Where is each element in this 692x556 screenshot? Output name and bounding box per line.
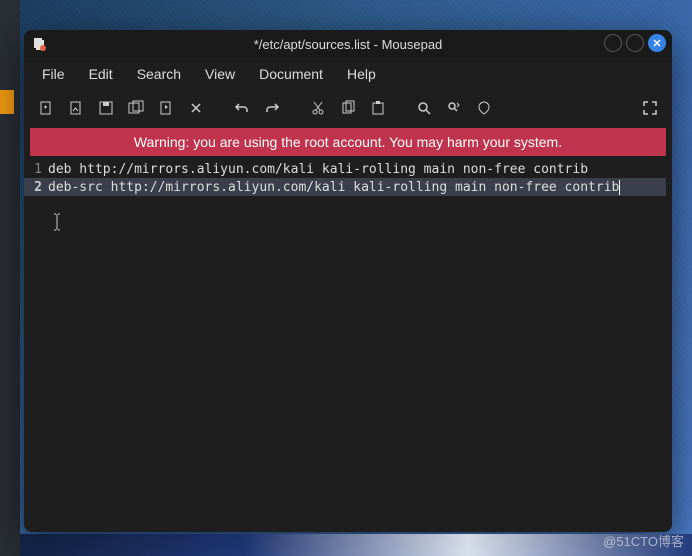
menu-file[interactable]: File (32, 62, 75, 86)
titlebar: */etc/apt/sources.list - Mousepad (24, 30, 672, 58)
new-file-button[interactable] (32, 94, 60, 122)
goto-button[interactable] (470, 94, 498, 122)
menu-help[interactable]: Help (337, 62, 386, 86)
line-number: 1 (24, 162, 48, 177)
close-button[interactable] (648, 34, 666, 52)
watermark: @51CTO博客 (603, 531, 684, 550)
text-cursor (619, 180, 620, 195)
editor-line: 2 deb-src http://mirrors.aliyun.com/kali… (24, 178, 666, 196)
save-as-button[interactable] (122, 94, 150, 122)
line-number: 2 (24, 180, 48, 195)
line-content[interactable]: deb http://mirrors.aliyun.com/kali kali-… (48, 162, 588, 177)
text-editor[interactable]: 1 deb http://mirrors.aliyun.com/kali kal… (24, 158, 672, 532)
toolbar (24, 90, 672, 126)
revert-button[interactable] (152, 94, 180, 122)
copy-button[interactable] (334, 94, 362, 122)
maximize-button[interactable] (626, 34, 644, 52)
desktop-strip (20, 534, 692, 556)
window-title: */etc/apt/sources.list - Mousepad (254, 37, 443, 52)
app-window: */etc/apt/sources.list - Mousepad File E… (24, 30, 672, 532)
warning-banner: Warning: you are using the root account.… (30, 128, 666, 156)
menu-edit[interactable]: Edit (79, 62, 123, 86)
open-file-button[interactable] (62, 94, 90, 122)
find-replace-button[interactable] (440, 94, 468, 122)
app-icon (32, 36, 48, 52)
editor-line: 1 deb http://mirrors.aliyun.com/kali kal… (24, 160, 672, 178)
find-button[interactable] (410, 94, 438, 122)
ibeam-cursor-icon (52, 213, 62, 235)
fullscreen-button[interactable] (636, 94, 664, 122)
menu-view[interactable]: View (195, 62, 245, 86)
redo-button[interactable] (258, 94, 286, 122)
minimize-button[interactable] (604, 34, 622, 52)
close-file-button[interactable] (182, 94, 210, 122)
save-button[interactable] (92, 94, 120, 122)
cut-button[interactable] (304, 94, 332, 122)
menu-document[interactable]: Document (249, 62, 333, 86)
line-content[interactable]: deb-src http://mirrors.aliyun.com/kali k… (48, 180, 620, 195)
menu-search[interactable]: Search (127, 62, 191, 86)
menubar: File Edit Search View Document Help (24, 58, 672, 90)
paste-button[interactable] (364, 94, 392, 122)
undo-button[interactable] (228, 94, 256, 122)
